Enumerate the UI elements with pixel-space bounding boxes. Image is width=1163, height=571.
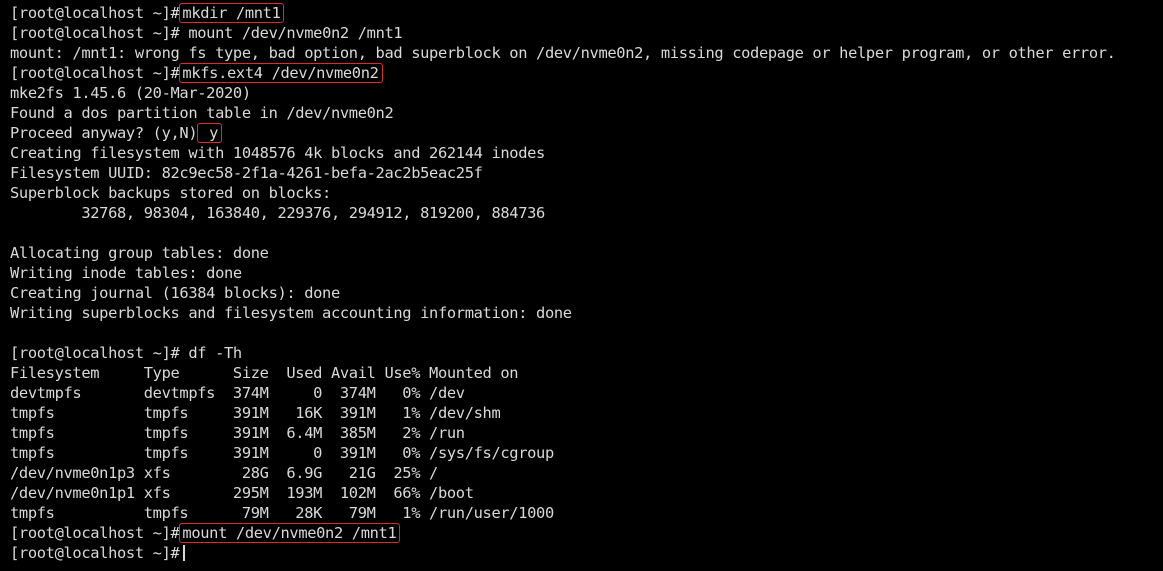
terminal-line: Found a dos partition table in /dev/nvme… [10,103,1163,123]
command-text: mount /dev/nvme0n2 /mnt1 [188,24,403,42]
output-text: tmpfs tmpfs 391M 16K 391M 1% /dev/shm [10,404,501,422]
shell-prompt: [root@localhost ~]# [10,544,180,562]
text-cursor [183,545,186,561]
command-text: df -Th [188,344,242,362]
output-text: tmpfs tmpfs 391M 0 391M 0% /sys/fs/cgrou… [10,444,554,462]
terminal-line: Filesystem Type Size Used Avail Use% Mou… [10,363,1163,383]
output-text: devtmpfs devtmpfs 374M 0 374M 0% /dev [10,384,465,402]
output-text: /dev/nvme0n1p1 xfs 295M 193M 102M 66% /b… [10,484,474,502]
output-text: Writing inode tables: done [10,264,242,282]
prompt-question: Proceed anyway? (y,N) [10,124,198,142]
terminal-line: mke2fs 1.45.6 (20-Mar-2020) [10,83,1163,103]
terminal-line: Superblock backups stored on blocks: [10,183,1163,203]
terminal-line: Writing inode tables: done [10,263,1163,283]
terminal-line: Proceed anyway? (y,N) y [10,123,1163,143]
terminal-line: [root@localhost ~]# mkfs.ext4 /dev/nvme0n… [10,63,1163,83]
terminal-line: tmpfs tmpfs 79M 28K 79M 1% /run/user/100… [10,503,1163,523]
terminal-line: tmpfs tmpfs 391M 0 391M 0% /sys/fs/cgrou… [10,443,1163,463]
highlighted-command: mount /dev/nvme0n2 /mnt1 [179,523,401,543]
output-text: tmpfs tmpfs 79M 28K 79M 1% /run/user/100… [10,504,554,522]
shell-prompt: [root@localhost ~]# [10,4,180,22]
shell-prompt: [root@localhost ~]# [10,64,180,82]
terminal-window[interactable]: [root@localhost ~]# mkdir /mnt1 [root@loca… [0,0,1163,571]
output-text: mke2fs 1.45.6 (20-Mar-2020) [10,84,251,102]
shell-prompt: [root@localhost ~]# [10,344,180,362]
shell-prompt: [root@localhost ~]# [10,24,180,42]
output-text: Superblock backups stored on blocks: [10,184,331,202]
terminal-line: Writing superblocks and filesystem accou… [10,303,1163,323]
highlighted-answer: y [197,123,223,143]
terminal-line: [root@localhost ~]# [10,543,1163,563]
highlighted-command: mkdir /mnt1 [179,3,285,23]
output-text: Filesystem UUID: 82c9ec58-2f1a-4261-befa… [10,164,483,182]
terminal-line: [root@localhost ~]# mount /dev/nvme0n2 /m… [10,523,1163,543]
terminal-line: tmpfs tmpfs 391M 6.4M 385M 2% /run [10,423,1163,443]
output-text: Writing superblocks and filesystem accou… [10,304,572,322]
terminal-line: Creating filesystem with 1048576 4k bloc… [10,143,1163,163]
terminal-line: Creating journal (16384 blocks): done [10,283,1163,303]
terminal-line: mount: /mnt1: wrong fs type, bad option,… [10,43,1163,63]
output-text: Found a dos partition table in /dev/nvme… [10,104,394,122]
output-text: /dev/nvme0n1p3 xfs 28G 6.9G 21G 25% / [10,464,438,482]
terminal-line: devtmpfs devtmpfs 374M 0 374M 0% /dev [10,383,1163,403]
terminal-line: [root@localhost ~]# mkdir /mnt1 [10,3,1163,23]
terminal-line: Filesystem UUID: 82c9ec58-2f1a-4261-befa… [10,163,1163,183]
terminal-line: 32768, 98304, 163840, 229376, 294912, 81… [10,203,1163,223]
shell-prompt: [root@localhost ~]# [10,524,180,542]
output-text: tmpfs tmpfs 391M 6.4M 385M 2% /run [10,424,465,442]
terminal-line: /dev/nvme0n1p1 xfs 295M 193M 102M 66% /b… [10,483,1163,503]
terminal-line: [root@localhost ~]# df -Th [10,343,1163,363]
output-text: Creating filesystem with 1048576 4k bloc… [10,144,545,162]
output-text: mount: /mnt1: wrong fs type, bad option,… [10,44,1116,62]
output-text: Filesystem Type Size Used Avail Use% Mou… [10,364,519,382]
highlighted-command: mkfs.ext4 /dev/nvme0n2 [179,63,383,83]
terminal-line: tmpfs tmpfs 391M 16K 391M 1% /dev/shm [10,403,1163,423]
output-text: Allocating group tables: done [10,244,269,262]
terminal-line: [root@localhost ~]# mount /dev/nvme0n2 /… [10,23,1163,43]
output-text: 32768, 98304, 163840, 229376, 294912, 81… [10,204,545,222]
output-text: Creating journal (16384 blocks): done [10,284,340,302]
terminal-line: Allocating group tables: done [10,243,1163,263]
terminal-line: /dev/nvme0n1p3 xfs 28G 6.9G 21G 25% / [10,463,1163,483]
